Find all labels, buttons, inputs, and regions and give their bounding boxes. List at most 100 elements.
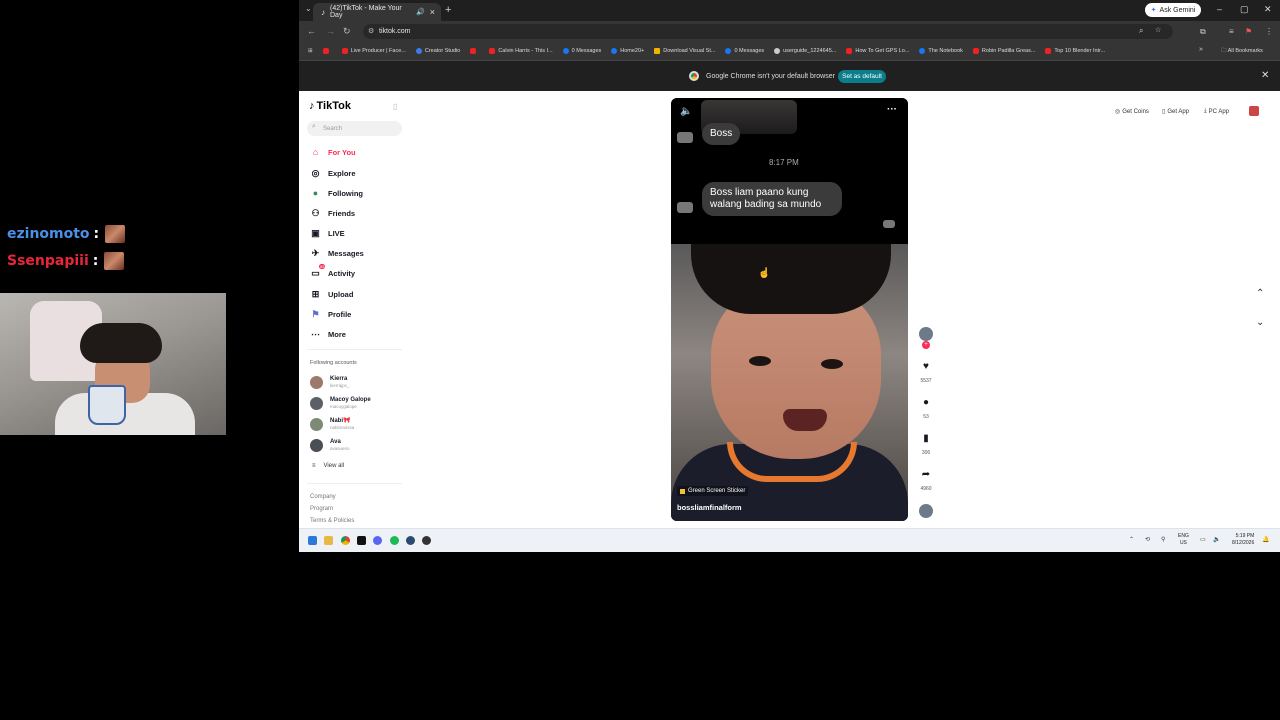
user-avatar[interactable] (1249, 106, 1259, 116)
bookmark-item[interactable]: Download Visual St... (649, 48, 720, 54)
account-handle: macoygalope (330, 403, 357, 409)
volume-icon[interactable]: 🔈 (1213, 536, 1220, 543)
nav-more[interactable]: ⋯ More (310, 327, 346, 341)
search-input[interactable]: Search (307, 121, 402, 136)
video-author[interactable]: bossliamfinalform (677, 503, 742, 512)
window-close-icon[interactable]: ✕ (1264, 4, 1272, 15)
footer-link[interactable]: Terms & Policies (310, 518, 354, 524)
new-tab-button[interactable]: + (445, 4, 451, 16)
bookmark-item[interactable]: 0 Messages (558, 48, 607, 54)
notification-icon[interactable]: 🔔 (1262, 536, 1269, 543)
save-button[interactable]: ▮ 306 (919, 433, 933, 456)
share-button[interactable]: ➦ 4960 (919, 469, 933, 492)
tray-app-icon[interactable]: ⟲ (1145, 536, 1150, 543)
chrome-taskbar-icon[interactable] (341, 536, 350, 545)
extensions-icon[interactable]: ⧉ (1200, 27, 1206, 37)
tray-app-icon[interactable]: ⚲ (1161, 536, 1165, 543)
following-account[interactable]: Kierra kierrajpc_ (310, 373, 350, 391)
nav-friends[interactable]: ⚇ Friends (310, 206, 355, 220)
site-info-icon[interactable]: ⚙ (368, 27, 374, 35)
steam-icon[interactable] (406, 536, 415, 545)
bookmark-item[interactable]: The Notebook (914, 48, 968, 54)
apps-icon[interactable]: ⊞ (303, 48, 318, 54)
bookmark-item[interactable]: How To Get GPS Lo... (841, 48, 914, 54)
minimize-icon[interactable]: – (1217, 4, 1222, 14)
bookmark-item[interactable]: Calvin Harris - This I... (484, 48, 557, 54)
network-icon[interactable]: ▭ (1200, 536, 1206, 543)
more-options-icon[interactable]: ··· (887, 104, 897, 115)
nav-explore[interactable]: ◎ Explore (310, 166, 356, 180)
green-screen-sticker-tag[interactable]: Green Screen Sticker (677, 486, 749, 496)
follow-plus-icon[interactable]: + (922, 341, 930, 349)
reload-icon[interactable]: ↻ (343, 26, 351, 37)
avatar (310, 396, 323, 410)
nav-messages[interactable]: ✈ Messages (310, 246, 364, 260)
obs-icon[interactable] (422, 536, 431, 545)
bookmark-item[interactable]: 0 Messages (720, 48, 769, 54)
infobar-close-icon[interactable]: ✕ (1261, 70, 1269, 81)
video-player[interactable]: 🔈 ··· Boss 8:17 PM Boss liam paano kung … (671, 98, 908, 521)
bookmark-item[interactable]: userguide_1224645... (769, 48, 841, 54)
nav-activity[interactable]: ▭ Activity (310, 266, 355, 280)
previous-video-icon[interactable]: ⌃ (1256, 288, 1264, 299)
nav-live[interactable]: ▣ LIVE (310, 226, 344, 240)
tab-search-icon[interactable]: ⌄ (305, 4, 312, 13)
bookmark-item[interactable] (465, 48, 484, 54)
set-default-button[interactable]: Set as default (838, 70, 886, 83)
footer-link[interactable]: Program (310, 506, 333, 512)
comment-button[interactable]: ● 53 (919, 397, 933, 420)
file-explorer-icon[interactable] (324, 536, 333, 545)
discord-icon[interactable] (373, 536, 382, 545)
get-coins-link[interactable]: ◎ Get Coins (1115, 108, 1149, 116)
next-video-icon[interactable]: ⌄ (1256, 317, 1264, 328)
like-button[interactable]: ♥ 5537 (919, 361, 933, 384)
pc-app-link[interactable]: ⤓ PC App (1204, 108, 1229, 115)
tab-close-icon[interactable]: × (430, 7, 435, 17)
avatar (310, 375, 323, 389)
language-indicator[interactable]: ENG US (1178, 533, 1189, 547)
tray-expand-icon[interactable]: ⌃ (1129, 536, 1134, 543)
bookmark-item[interactable]: Robin Padilla Greas... (968, 48, 1041, 54)
nav-for-you[interactable]: ⌂ For You (310, 145, 356, 159)
bookmark-item[interactable]: Creator Studio (411, 48, 465, 54)
following-account[interactable]: Nabi🎀 nabimarissa (310, 415, 354, 433)
volume-icon[interactable]: 🔈 (680, 106, 692, 117)
star-icon[interactable]: ☆ (1155, 26, 1161, 34)
forward-icon[interactable]: → (326, 26, 335, 36)
tab-tiktok[interactable]: ♪ (42)TikTok - Make Your Day 🔊 × (313, 3, 441, 21)
bookmark-item[interactable]: Home20+ (606, 48, 649, 54)
nav-upload[interactable]: ⊞ Upload (310, 287, 354, 301)
profile-icon[interactable]: ⚑ (1245, 27, 1252, 36)
capcut-icon[interactable] (357, 536, 366, 545)
zoom-search-icon[interactable]: ⌕ (1139, 26, 1143, 36)
ask-gemini-button[interactable]: ✦ Ask Gemini (1145, 3, 1201, 17)
tiktok-favicon-icon: ♪ (321, 7, 325, 17)
media-icon[interactable]: ≡ (1229, 27, 1234, 36)
all-bookmarks-button[interactable]: 🗀 All Bookmarks (1221, 47, 1263, 56)
following-account[interactable]: Ava avasuerio (310, 436, 350, 454)
more-bookmarks-icon[interactable]: » (1199, 46, 1203, 53)
nav-following[interactable]: ● Following (310, 186, 363, 200)
creator-avatar[interactable] (919, 327, 933, 341)
menu-icon[interactable]: ⋮ (1265, 27, 1273, 36)
get-app-link[interactable]: ▯ Get App (1162, 108, 1189, 116)
system-clock[interactable]: 5:19 PM 8/12/2026 (1232, 533, 1254, 547)
address-bar[interactable]: ⚙ tiktok.com ⌕ ☆ (363, 24, 1173, 39)
bookmark-item[interactable] (318, 48, 337, 54)
bookmark-item[interactable]: Top 10 Blender Intr... (1040, 48, 1110, 54)
collapse-sidebar-icon[interactable]: ▯ (393, 102, 397, 111)
spotify-icon[interactable] (390, 536, 399, 545)
start-icon[interactable] (308, 536, 317, 545)
maximize-icon[interactable]: ▢ (1240, 4, 1249, 15)
following-account[interactable]: Macoy Galope macoygalope (310, 394, 371, 412)
view-all-button[interactable]: ≡ View all (312, 463, 344, 469)
bookmark-item[interactable]: Live Producer | Face... (337, 48, 411, 54)
music-disc-avatar[interactable] (919, 504, 933, 518)
tiktok-logo[interactable]: ♪ TikTok (309, 100, 351, 112)
cursor-icon: ☝ (758, 268, 771, 279)
back-icon[interactable]: ← (307, 26, 316, 36)
nav-profile[interactable]: ⚑ Profile (310, 307, 351, 321)
webcam-feed (0, 293, 226, 435)
video-chat-screenshot: 🔈 ··· Boss 8:17 PM Boss liam paano kung … (671, 98, 908, 244)
footer-link[interactable]: Company (310, 494, 336, 500)
